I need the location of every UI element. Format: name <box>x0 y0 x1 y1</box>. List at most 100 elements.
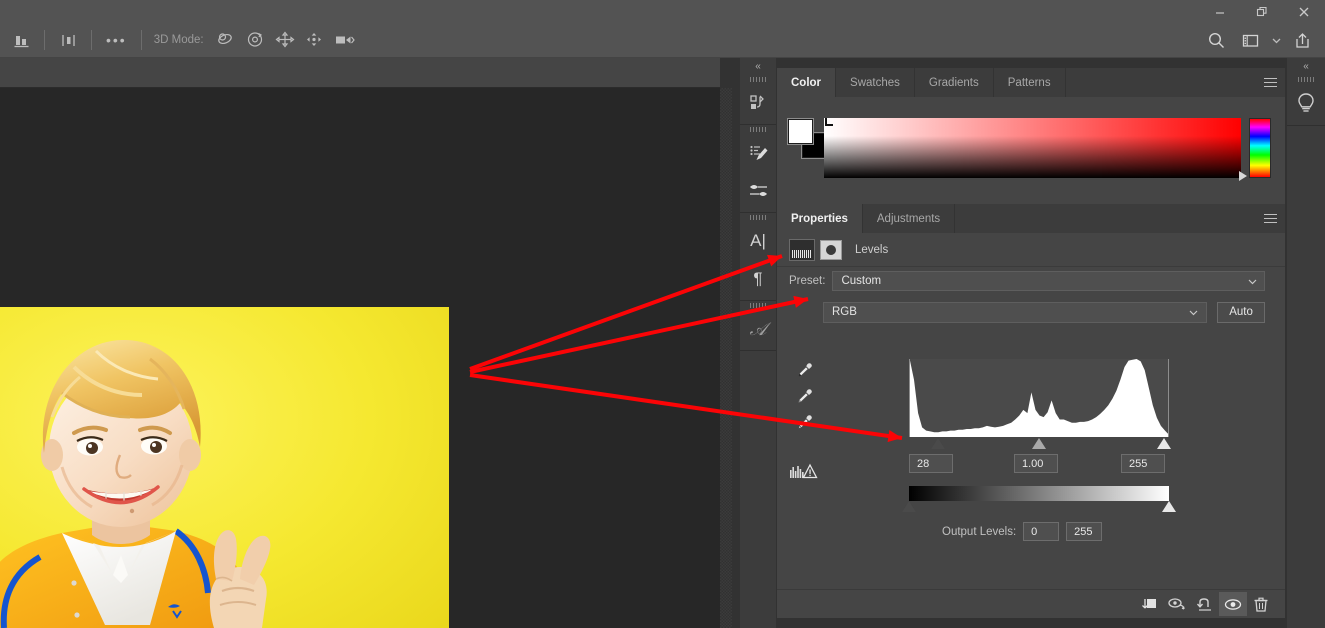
chevron-down-icon <box>1189 310 1198 315</box>
tab-swatches[interactable]: Swatches <box>836 68 915 97</box>
layer-mask-icon[interactable] <box>820 239 842 260</box>
input-gamma-field[interactable]: 1.00 <box>1014 454 1058 473</box>
panel-icon-rail: A | ¶ 𝒜 <box>740 75 776 628</box>
tab-gradients[interactable]: Gradients <box>915 68 994 97</box>
channel-dropdown[interactable]: RGB <box>823 301 1208 323</box>
right-panel-dock: Color Swatches Gradients Patterns Proper… <box>777 58 1285 628</box>
character-styles-icon[interactable]: 𝒜 <box>740 310 776 348</box>
rail-grip[interactable] <box>1287 75 1325 84</box>
preset-value: Custom <box>841 275 882 287</box>
properties-footer <box>777 589 1285 618</box>
document-tab-strip[interactable] <box>0 58 720 88</box>
toggle-visibility-icon[interactable] <box>1219 592 1247 616</box>
delete-icon[interactable] <box>1247 592 1275 616</box>
channel-value: RGB <box>832 306 857 318</box>
character-icon[interactable]: A | <box>740 222 776 260</box>
hue-strip[interactable] <box>1249 118 1271 178</box>
workspace-icon[interactable] <box>1233 23 1267 58</box>
panel-menu-icon[interactable] <box>1264 204 1277 233</box>
options-bar: ••• 3D Mode: <box>0 23 1325 58</box>
rail-grip[interactable] <box>740 301 776 310</box>
camera-3d-icon[interactable] <box>330 23 360 58</box>
input-gamma-slider[interactable] <box>1032 438 1046 449</box>
rail-grip[interactable] <box>740 125 776 134</box>
slide-3d-icon[interactable] <box>300 23 330 58</box>
chevron-down-icon[interactable] <box>1267 23 1285 58</box>
preset-dropdown[interactable]: Custom <box>832 271 1265 291</box>
color-ramp[interactable] <box>824 118 1241 178</box>
output-black-field[interactable]: 0 <box>1023 522 1060 541</box>
options-bar-right <box>1199 23 1325 58</box>
canvas-vertical-scrollbar[interactable] <box>720 88 732 628</box>
foreground-background-swatches <box>787 118 828 159</box>
title-bar <box>0 0 1325 23</box>
paragraph-icon[interactable]: ¶ <box>740 260 776 298</box>
set-white-point-eyedropper-icon[interactable] <box>789 409 819 435</box>
rail-group-type: A | ¶ <box>740 213 776 301</box>
view-previous-state-icon[interactable] <box>1163 592 1191 616</box>
far-panel-rail <box>1287 75 1325 628</box>
set-gray-point-eyedropper-icon[interactable] <box>789 383 819 409</box>
output-levels-label: Output Levels: <box>942 525 1017 538</box>
search-icon[interactable] <box>1199 23 1233 58</box>
orbit-3d-icon[interactable] <box>210 23 240 58</box>
more-options-button[interactable]: ••• <box>100 32 133 48</box>
minimize-icon[interactable] <box>1199 0 1241 23</box>
canvas-area[interactable] <box>0 88 720 628</box>
properties-panel: Properties Adjustments Levels Preset: Cu… <box>777 204 1285 618</box>
input-black-field[interactable]: 28 <box>909 454 953 473</box>
tab-adjustments[interactable]: Adjustments <box>863 204 956 233</box>
clip-to-layer-icon[interactable] <box>1135 592 1163 616</box>
output-black-slider[interactable] <box>902 501 916 512</box>
document-image[interactable] <box>0 307 449 628</box>
set-black-point-eyedropper-icon[interactable] <box>789 357 819 383</box>
close-icon[interactable] <box>1283 0 1325 23</box>
far-dock-collapse-button[interactable]: « <box>1287 58 1325 75</box>
rail-grip[interactable] <box>740 75 776 84</box>
distribute-horizontal-icon[interactable] <box>53 23 83 58</box>
output-white-slider[interactable] <box>1162 501 1176 512</box>
levels-icon[interactable] <box>789 238 815 261</box>
roll-3d-icon[interactable] <box>240 23 270 58</box>
divider <box>140 30 142 50</box>
reset-icon[interactable] <box>1191 592 1219 616</box>
align-bottom-icon[interactable] <box>6 23 36 58</box>
tool-presets-icon[interactable] <box>740 172 776 210</box>
photoshop-window: ••• 3D Mode: « A | ¶ 𝒜 Color Swatches Gr… <box>0 0 1325 628</box>
input-black-slider[interactable] <box>930 438 945 449</box>
preset-row: Preset: Custom <box>777 267 1285 295</box>
rail-group-character-styles: 𝒜 <box>740 301 776 351</box>
discover-bulb-icon[interactable] <box>1287 84 1325 122</box>
foreground-color-swatch[interactable] <box>787 118 814 145</box>
histogram-warning-icon[interactable] <box>789 463 819 479</box>
tab-patterns[interactable]: Patterns <box>994 68 1066 97</box>
hue-marker-icon <box>1239 171 1247 181</box>
output-levels-ramp[interactable] <box>909 486 1169 501</box>
chevron-down-icon <box>1248 279 1257 285</box>
3d-mode-label: 3D Mode: <box>153 34 204 46</box>
input-white-slider[interactable] <box>1156 438 1171 449</box>
levels-histogram <box>909 359 1169 437</box>
restore-icon[interactable] <box>1241 0 1283 23</box>
tab-color[interactable]: Color <box>777 68 837 97</box>
tab-properties[interactable]: Properties <box>777 204 863 233</box>
histogram-plot <box>910 359 1168 437</box>
brush-settings-icon[interactable] <box>740 134 776 172</box>
output-white-field[interactable]: 255 <box>1066 522 1103 541</box>
libraries-icon[interactable] <box>740 84 776 122</box>
pan-3d-icon[interactable] <box>270 23 300 58</box>
rail-grip[interactable] <box>740 213 776 222</box>
color-panel-body <box>777 97 1285 209</box>
share-icon[interactable] <box>1285 23 1319 58</box>
input-level-sliders <box>909 438 1171 452</box>
auto-button[interactable]: Auto <box>1217 301 1265 323</box>
color-panel: Color Swatches Gradients Patterns <box>777 68 1285 209</box>
output-level-sliders <box>902 501 1177 515</box>
input-white-field[interactable]: 255 <box>1121 454 1165 473</box>
levels-controls: 28 1.00 255 Output Levels: 0 255 <box>777 329 1285 541</box>
panel-menu-icon[interactable] <box>1264 68 1277 97</box>
far-rail-group <box>1287 75 1325 126</box>
dock-collapse-button[interactable]: « <box>740 58 776 75</box>
color-ramp-shade-gradient <box>824 118 1241 178</box>
photo-artwork <box>0 307 449 628</box>
